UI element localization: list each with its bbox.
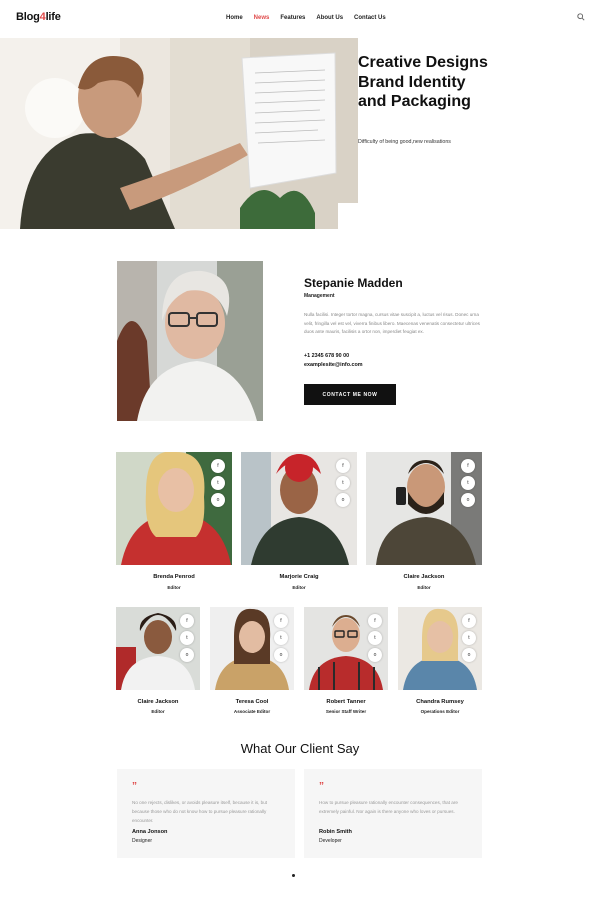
profile-bio: Nulla facilisi. Integer tortor magna, cu… <box>304 312 480 335</box>
testimonial-card: ” How to pursue pleasure rationally enco… <box>304 769 482 858</box>
testimonial-name: Anna Jonson <box>132 829 168 835</box>
instagram-icon[interactable]: o <box>274 648 288 662</box>
twitter-icon[interactable]: t <box>368 631 382 645</box>
hero-subtitle: Difficulty of being good,new realisation… <box>358 139 451 145</box>
profile-email[interactable]: examplesite@info.com <box>304 362 363 368</box>
member-role: Editor <box>167 585 181 590</box>
nav-news[interactable]: News <box>254 15 270 21</box>
logo-text-end: life <box>45 11 61 23</box>
twitter-icon[interactable]: t <box>461 476 475 490</box>
instagram-icon[interactable]: o <box>180 648 194 662</box>
profile-phone[interactable]: +1 2345 678 90 00 <box>304 353 349 359</box>
member-role: Operations Editor <box>420 709 460 714</box>
instagram-icon[interactable]: o <box>462 648 476 662</box>
logo-text: Blog <box>16 11 40 23</box>
member-role: Senior Staff Writer <box>325 709 367 714</box>
search-icon[interactable] <box>577 13 585 21</box>
member-name: Claire Jackson <box>403 574 445 580</box>
member-name: Robert Tanner <box>326 699 366 705</box>
testimonial-role: Designer <box>132 838 153 844</box>
nav-features[interactable]: Features <box>280 15 305 21</box>
profile-photo <box>117 261 263 421</box>
twitter-icon[interactable]: t <box>274 631 288 645</box>
instagram-icon[interactable]: o <box>461 493 475 507</box>
testimonial-role: Developer <box>319 838 342 844</box>
twitter-icon[interactable]: t <box>462 631 476 645</box>
nav-about-us[interactable]: About Us <box>316 15 343 21</box>
main-nav: Home News Features About Us Contact Us <box>226 15 397 21</box>
facebook-icon[interactable]: f <box>461 459 475 473</box>
testimonials-title: What Our Client Say <box>240 741 360 756</box>
member-role: Editor <box>417 585 431 590</box>
hero-title: Creative Designs Brand Identity and Pack… <box>358 54 488 110</box>
member-role: Editor <box>292 585 306 590</box>
testimonial-card: ” No one rejects, dislikes, or avoids pl… <box>117 769 295 858</box>
carousel-dot[interactable] <box>292 874 295 877</box>
instagram-icon[interactable]: o <box>368 648 382 662</box>
hero-image <box>0 38 358 229</box>
profile-name: Stepanie Madden <box>304 276 403 290</box>
facebook-icon[interactable]: f <box>462 614 476 628</box>
facebook-icon[interactable]: f <box>368 614 382 628</box>
testimonial-text: How to pursue pleasure rationally encoun… <box>319 800 458 814</box>
member-name: Brenda Penrod <box>153 574 195 580</box>
nav-home[interactable]: Home <box>226 15 243 21</box>
facebook-icon[interactable]: f <box>211 459 225 473</box>
contact-me-button[interactable]: CONTACT ME NOW <box>304 384 396 405</box>
member-role: Editor <box>151 709 165 714</box>
facebook-icon[interactable]: f <box>336 459 350 473</box>
testimonial-text: No one rejects, dislikes, or avoids plea… <box>132 800 268 823</box>
member-role: Associate Editor <box>233 709 271 714</box>
site-logo[interactable]: Blog4life <box>16 11 61 23</box>
twitter-icon[interactable]: t <box>211 476 225 490</box>
twitter-icon[interactable]: t <box>180 631 194 645</box>
quote-icon: ” <box>132 781 137 792</box>
facebook-icon[interactable]: f <box>180 614 194 628</box>
nav-contact-us[interactable]: Contact Us <box>354 15 386 21</box>
member-name: Marjorie Craig <box>279 574 319 580</box>
quote-icon: ” <box>319 781 324 792</box>
twitter-icon[interactable]: t <box>336 476 350 490</box>
member-name: Chandra Rumsey <box>416 699 464 705</box>
member-name: Claire Jackson <box>137 699 179 705</box>
member-name: Teresa Cool <box>235 699 269 705</box>
profile-role: Management <box>304 293 335 299</box>
facebook-icon[interactable]: f <box>274 614 288 628</box>
instagram-icon[interactable]: o <box>211 493 225 507</box>
testimonial-name: Robin Smith <box>319 829 352 835</box>
instagram-icon[interactable]: o <box>336 493 350 507</box>
